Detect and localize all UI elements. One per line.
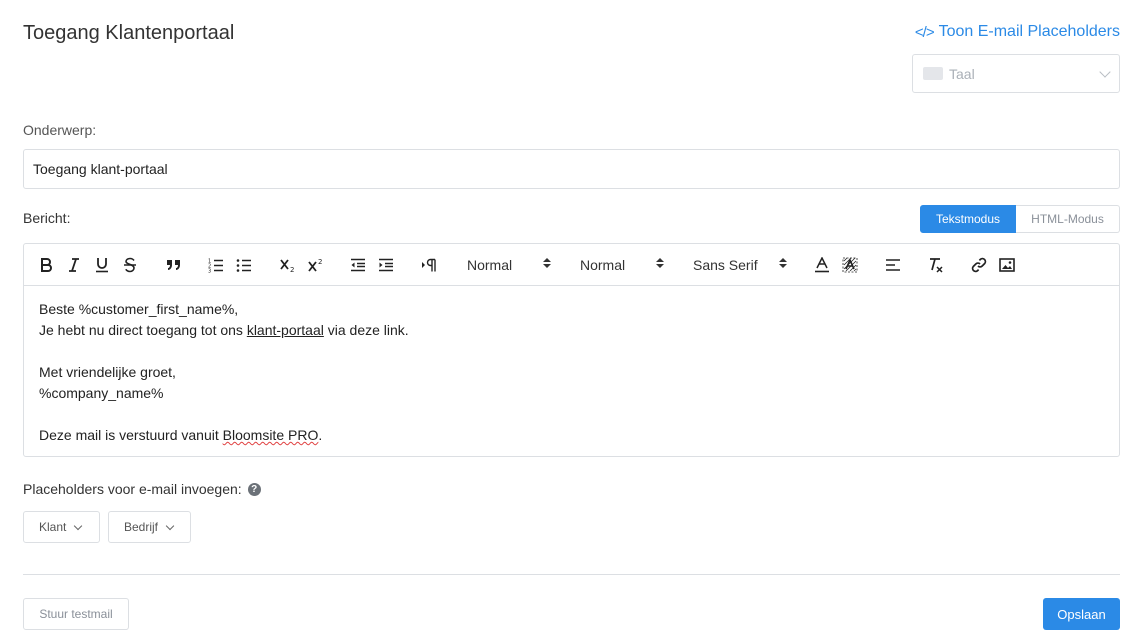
- indent-icon[interactable]: [377, 255, 395, 275]
- divider: [23, 574, 1120, 575]
- bold-icon[interactable]: [38, 255, 54, 275]
- font-select[interactable]: Sans Serif: [693, 255, 787, 275]
- subject-input[interactable]: [23, 149, 1120, 189]
- select-arrows-icon: [656, 258, 664, 268]
- company-placeholder-dropdown[interactable]: Bedrijf: [108, 511, 191, 543]
- subscript-icon[interactable]: 2: [278, 255, 296, 275]
- chevron-down-icon: [74, 521, 83, 530]
- save-button[interactable]: Opslaan: [1043, 598, 1120, 630]
- editor-toolbar: 123 2 2 Normal Normal Sans Serif: [24, 244, 1119, 286]
- show-placeholders-link[interactable]: </> Toon E-mail Placeholders: [915, 23, 1120, 41]
- body-text: via deze link.: [323, 322, 409, 338]
- blockquote-icon[interactable]: [164, 255, 182, 275]
- editor-content[interactable]: Beste %customer_first_name%, Je hebt nu …: [24, 286, 1119, 459]
- font-select-value: Sans Serif: [693, 257, 758, 273]
- html-mode-button[interactable]: HTML-Modus: [1016, 205, 1120, 233]
- body-line: Met vriendelijke groet,: [39, 364, 176, 380]
- size-select-value: Normal: [580, 257, 626, 273]
- language-select[interactable]: Taal: [912, 54, 1120, 93]
- header-select[interactable]: Normal: [467, 255, 551, 275]
- body-line: Beste %customer_first_name%,: [39, 301, 239, 317]
- select-arrows-icon: [779, 258, 787, 268]
- send-testmail-button[interactable]: Stuur testmail: [23, 598, 129, 630]
- clear-format-icon[interactable]: [927, 255, 945, 275]
- bullet-list-icon[interactable]: [235, 255, 253, 275]
- help-icon[interactable]: ?: [247, 482, 261, 496]
- placeholders-label-row: Placeholders voor e-mail invoegen: ?: [23, 481, 261, 497]
- align-icon[interactable]: [884, 255, 902, 275]
- empty-line: [39, 404, 1104, 425]
- size-select[interactable]: Normal: [580, 255, 664, 275]
- subject-label: Onderwerp:: [23, 122, 97, 138]
- image-icon[interactable]: [998, 255, 1016, 275]
- svg-text:2: 2: [318, 258, 322, 266]
- message-editor: 123 2 2 Normal Normal Sans Serif Beste %…: [23, 243, 1120, 457]
- chevron-down-icon: [165, 521, 175, 530]
- body-line: Je hebt nu direct toegang tot ons klant-…: [39, 320, 1104, 341]
- customer-placeholder-dropdown[interactable]: Klant: [23, 511, 100, 543]
- text-direction-icon[interactable]: [420, 255, 438, 275]
- flag-icon: [923, 67, 943, 80]
- placeholders-label: Placeholders voor e-mail invoegen:: [23, 481, 242, 497]
- body-line: Deze mail is verstuurd vanuit Bloomsite …: [39, 425, 1104, 446]
- text-mode-button[interactable]: Tekstmodus: [920, 205, 1016, 233]
- show-placeholders-label: Toon E-mail Placeholders: [938, 23, 1120, 40]
- company-placeholder-label: Bedrijf: [124, 520, 159, 534]
- background-color-icon[interactable]: [841, 255, 859, 275]
- bloomsite-link[interactable]: Bloomsite PRO: [223, 427, 319, 443]
- customer-placeholder-label: Klant: [39, 520, 67, 534]
- svg-text:3: 3: [208, 268, 211, 273]
- ordered-list-icon[interactable]: 123: [207, 255, 225, 275]
- message-label: Bericht:: [23, 210, 71, 226]
- body-text: .: [318, 427, 323, 443]
- italic-icon[interactable]: [66, 255, 82, 275]
- editor-mode-switch: Tekstmodus HTML-Modus: [920, 205, 1120, 233]
- text-color-icon[interactable]: [813, 255, 831, 275]
- body-text: Deze mail is verstuurd vanuit: [39, 427, 223, 443]
- portal-link[interactable]: klant-portaal: [247, 322, 324, 338]
- outdent-icon[interactable]: [349, 255, 367, 275]
- body-line: %company_name%: [39, 385, 164, 401]
- strikethrough-icon[interactable]: [122, 255, 138, 275]
- code-icon: </>: [914, 23, 935, 41]
- svg-text:2: 2: [290, 266, 294, 273]
- language-select-placeholder: Taal: [949, 65, 975, 82]
- body-text: Je hebt nu direct toegang tot ons: [39, 322, 247, 338]
- page-title: Toegang Klantenportaal: [23, 22, 235, 44]
- select-arrows-icon: [543, 258, 551, 268]
- chevron-down-icon: [1099, 65, 1111, 78]
- superscript-icon[interactable]: 2: [306, 255, 324, 275]
- header-select-value: Normal: [467, 257, 513, 273]
- underline-icon[interactable]: [94, 255, 110, 275]
- link-icon[interactable]: [970, 255, 988, 275]
- empty-line: [39, 341, 1104, 362]
